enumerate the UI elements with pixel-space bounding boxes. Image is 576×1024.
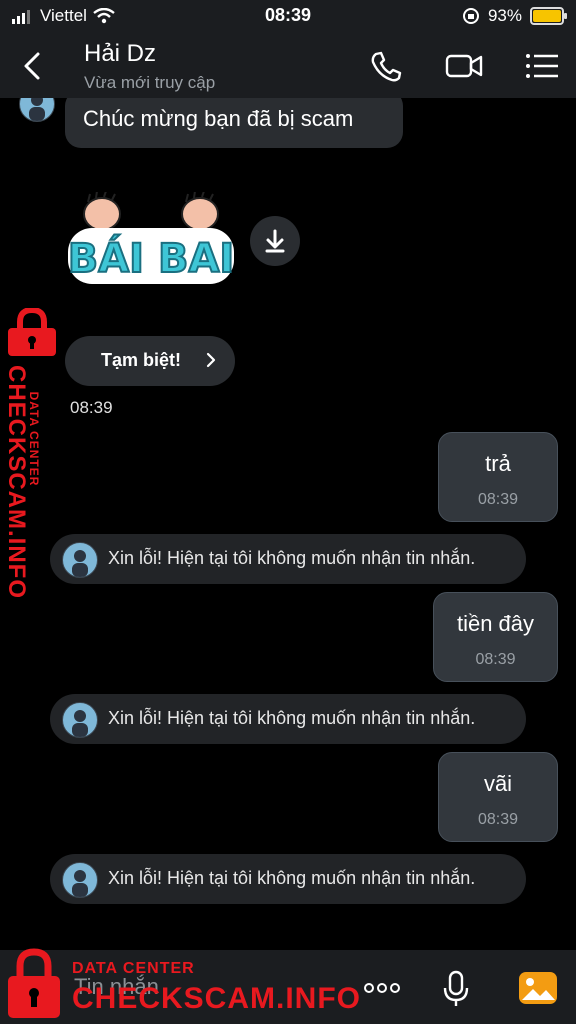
image-picker-icon[interactable] [516, 968, 560, 1008]
auto-reply-notice: Xin lỗi! Hiện tại tôi không muốn nhận ti… [50, 694, 526, 744]
bai-bai-sticker[interactable]: BÁI BAI [62, 192, 240, 288]
contact-avatar[interactable] [19, 98, 55, 122]
contact-status: Vừa mới truy cập [84, 73, 216, 92]
contact-avatar[interactable] [62, 702, 98, 738]
lock-icon [8, 948, 60, 1018]
sent-message-bubble[interactable]: vãi 08:39 [438, 752, 558, 842]
sent-message-time: 08:39 [477, 811, 519, 828]
download-icon [265, 229, 285, 253]
sent-message-text: tiền đây [456, 611, 535, 636]
sent-message-bubble[interactable]: tiền đây 08:39 [433, 592, 558, 682]
sent-message-time: 08:39 [475, 651, 516, 668]
sticker-link-label: Tạm biệt! [101, 350, 182, 370]
watermark-big-text: CHECKSCAM.INFO [72, 982, 361, 1015]
received-message-bubble[interactable]: Chúc mừng bạn đã bị scam [65, 98, 403, 148]
video-call-icon[interactable] [444, 46, 484, 86]
phone-icon[interactable] [366, 46, 406, 86]
microphone-icon[interactable] [434, 968, 478, 1008]
menu-list-icon[interactable] [522, 46, 562, 86]
orientation-lock-icon [462, 8, 479, 24]
status-bar: Viettel 08:39 93% [0, 0, 576, 32]
watermark-small-text: DATA CENTER [72, 960, 195, 977]
contact-avatar[interactable] [62, 862, 98, 898]
message-timestamp: 08:39 [70, 398, 113, 417]
download-button[interactable] [250, 216, 300, 266]
auto-reply-notice: Xin lỗi! Hiện tại tôi không muốn nhận ti… [50, 534, 526, 584]
battery-icon [530, 7, 567, 25]
waving-hand-icon [83, 192, 219, 231]
watermark-big-text: CHECKSCAM.INFO [3, 365, 30, 599]
sent-message-text: trả [485, 451, 511, 476]
auto-reply-text: Xin lỗi! Hiện tại tôi không muốn nhận ti… [108, 548, 476, 568]
sticker-text: BÁI BAI [68, 234, 235, 282]
contact-name[interactable]: Hải Dz [84, 40, 156, 68]
auto-reply-text: Xin lỗi! Hiện tại tôi không muốn nhận ti… [108, 868, 476, 888]
sent-message-bubble[interactable]: trả 08:39 [438, 432, 558, 522]
chat-header: Hải Dz Vừa mới truy cập [0, 32, 576, 98]
chevron-right-icon [206, 352, 216, 368]
lock-icon [8, 308, 56, 356]
received-message-text: Chúc mừng bạn đã bị scam [83, 106, 354, 131]
back-icon[interactable] [14, 46, 54, 86]
watermark-side: DATA CENTER CHECKSCAM.INFO [2, 308, 64, 599]
battery-percent: 93% [487, 6, 522, 25]
more-options-icon[interactable] [360, 968, 404, 1008]
contact-avatar[interactable] [62, 542, 98, 578]
auto-reply-text: Xin lỗi! Hiện tại tôi không muốn nhận ti… [108, 708, 476, 728]
sticker-link-button[interactable]: Tạm biệt! [65, 336, 235, 386]
sent-message-time: 08:39 [477, 491, 519, 508]
message-list[interactable]: Chúc mừng bạn đã bị scam BÁI BAI Tạm biệ… [0, 98, 576, 950]
auto-reply-notice: Xin lỗi! Hiện tại tôi không muốn nhận ti… [50, 854, 526, 904]
sent-message-text: vãi [483, 771, 513, 796]
